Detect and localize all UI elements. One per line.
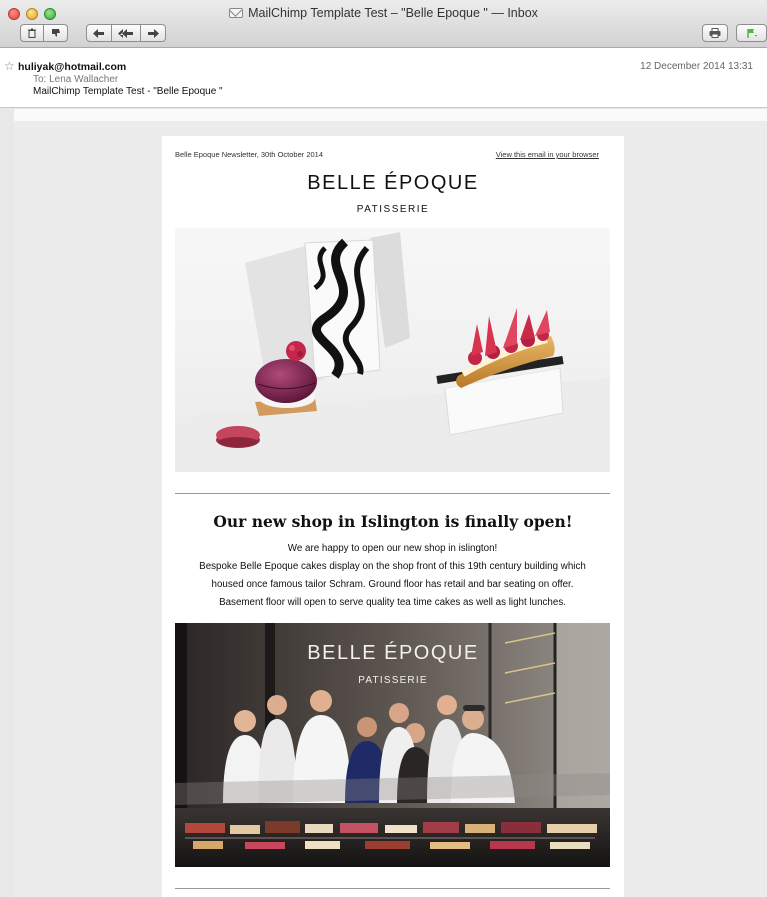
flag-group: [736, 24, 767, 42]
message-date: 12 December 2014 13:31: [640, 61, 753, 72]
preheader-text: Belle Epoque Newsletter, 30th October 20…: [175, 150, 324, 159]
reply-all-button[interactable]: [112, 24, 141, 42]
recipient-line: To: Lena Wallacher: [33, 74, 119, 85]
body-line-3: housed once famous tailor Schram. Ground…: [211, 579, 574, 590]
body-line-1: We are happy to open our new shop in isl…: [287, 543, 498, 554]
junk-button[interactable]: [44, 24, 68, 42]
printer-icon: [709, 28, 721, 38]
reply-icon: [93, 28, 104, 38]
section-headline: Our new shop in Islington is finally ope…: [213, 512, 573, 531]
trash-icon: [28, 28, 36, 38]
window-titlebar: MailChimp Template Test – "Belle Epoque …: [0, 0, 767, 48]
flag-icon: [746, 29, 757, 38]
divider-2: [175, 888, 610, 889]
sender-address[interactable]: huliyak@hotmail.com: [18, 61, 126, 73]
brand-logo: BELLE ÉPOQUE: [307, 172, 479, 194]
body-line-2: Bespoke Belle Epoque cakes display on th…: [199, 561, 586, 572]
flag-button[interactable]: [736, 24, 767, 42]
divider-1: [175, 493, 610, 494]
print-button[interactable]: [702, 24, 728, 42]
forward-icon: [148, 28, 159, 38]
forward-button[interactable]: [141, 24, 166, 42]
thumbs-down-icon: [51, 29, 60, 37]
reply-all-icon: [118, 28, 133, 38]
delete-junk-group: [20, 24, 68, 42]
star-icon[interactable]: ☆: [4, 59, 15, 73]
print-group: [702, 24, 728, 42]
reply-button[interactable]: [86, 24, 112, 42]
shop-front-photo: BELLE ÉPOQUE PATISSERIE: [175, 623, 610, 867]
reply-group: [86, 24, 166, 42]
message-subject: MailChimp Template Test - "Belle Epoque …: [33, 86, 223, 97]
message-header: ☆ huliyak@hotmail.com To: Lena Wallacher…: [0, 48, 767, 108]
window-title-text: MailChimp Template Test – "Belle Epoque …: [248, 6, 538, 20]
view-in-browser-link[interactable]: View this email in your browser: [496, 150, 599, 159]
email-newsletter: Belle Epoque Newsletter, 30th October 20…: [162, 136, 624, 897]
shop-sign-subtitle: PATISSERIE: [358, 675, 427, 686]
window-title: MailChimp Template Test – "Belle Epoque …: [0, 6, 767, 20]
header-divider: [14, 109, 767, 121]
body-line-4: Basement floor will open to serve qualit…: [219, 597, 566, 608]
hero-image-pastries: [175, 228, 610, 472]
brand-subtitle: PATISSERIE: [356, 204, 430, 215]
shop-sign-text: BELLE ÉPOQUE: [307, 641, 478, 664]
envelope-icon: [229, 8, 244, 18]
delete-button[interactable]: [20, 24, 44, 42]
